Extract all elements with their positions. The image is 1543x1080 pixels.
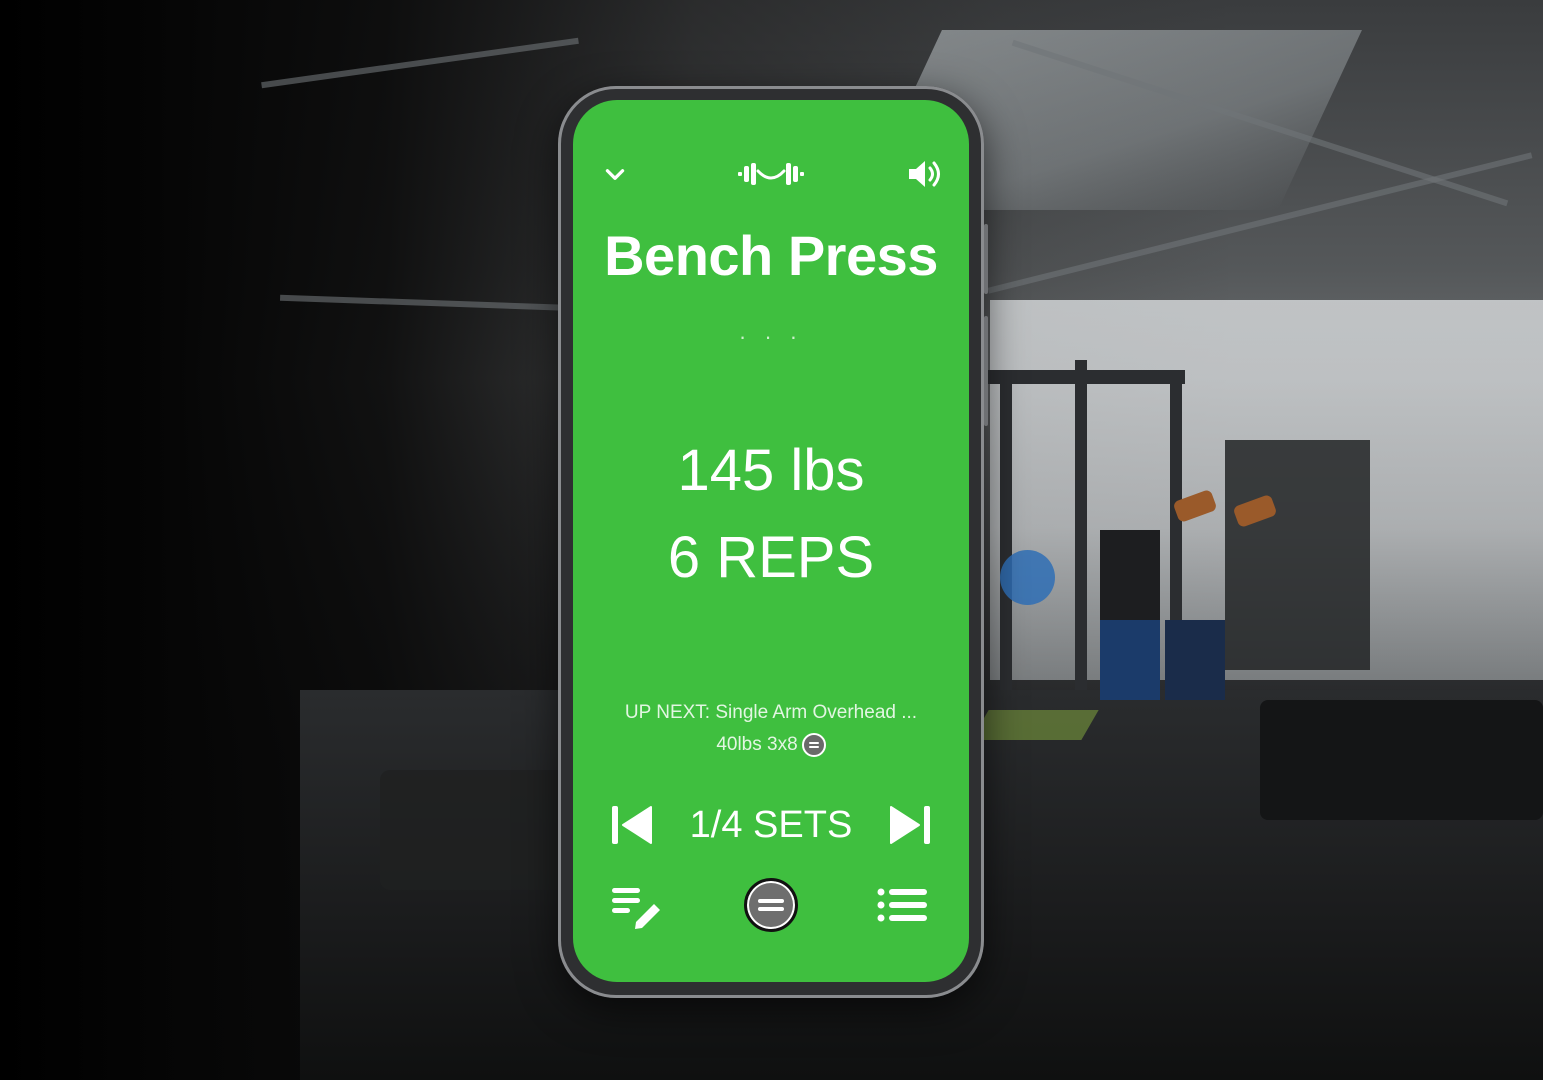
- skip-next-icon[interactable]: [885, 803, 935, 847]
- gym-door: [1225, 440, 1370, 670]
- barbell-logo-icon: [731, 156, 811, 192]
- plyo-box: [1100, 620, 1160, 700]
- machine-seat: [1232, 493, 1278, 529]
- volume-icon[interactable]: [905, 156, 945, 192]
- phone-frame: Bench Press · · · 145 lbs 6 REPS UP NEXT…: [558, 86, 988, 998]
- squat-rack: [985, 370, 1185, 384]
- bottom-toolbar: [573, 870, 969, 940]
- edit-notes-icon[interactable]: [609, 882, 665, 932]
- plyo-box: [1100, 530, 1160, 620]
- weight-plate: [1000, 550, 1055, 605]
- gym-machine: [1260, 700, 1543, 820]
- squat-rack: [1000, 370, 1012, 690]
- up-next-label: UP NEXT: Single Arm Overhead ...: [624, 702, 918, 723]
- roof-truss: [261, 37, 579, 89]
- top-bar: [573, 156, 969, 192]
- up-next-detail: 40lbs 3x8: [573, 733, 969, 757]
- gym-wall: [990, 300, 1543, 680]
- roof-truss: [987, 152, 1533, 294]
- roof-truss: [279, 294, 581, 312]
- up-next-detail-text: 40lbs 3x8: [716, 734, 798, 755]
- exercise-title: Bench Press: [604, 224, 938, 287]
- squat-rack: [1170, 370, 1182, 690]
- complete-set-icon[interactable]: [744, 878, 798, 932]
- set-navigation: 1/4 SETS: [573, 800, 969, 850]
- power-side-button: [984, 316, 988, 426]
- reps-value: 6 REPS: [667, 525, 875, 590]
- squat-rack: [1075, 360, 1087, 690]
- workout-screen: Bench Press · · · 145 lbs 6 REPS UP NEXT…: [573, 100, 969, 982]
- chevron-down-icon[interactable]: [597, 156, 633, 192]
- weight-value: 145 lbs: [677, 438, 865, 503]
- workout-list-icon[interactable]: [875, 882, 931, 928]
- more-options-dots[interactable]: · · ·: [573, 324, 969, 350]
- gym-background: Bench Press · · · 145 lbs 6 REPS UP NEXT…: [0, 0, 1543, 1080]
- roof-truss: [1011, 39, 1509, 207]
- turf-mat: [971, 710, 1099, 740]
- volume-side-button: [984, 224, 988, 294]
- plyo-box: [1165, 620, 1225, 700]
- machine-seat: [1172, 488, 1218, 524]
- complete-badge-icon: [801, 733, 826, 757]
